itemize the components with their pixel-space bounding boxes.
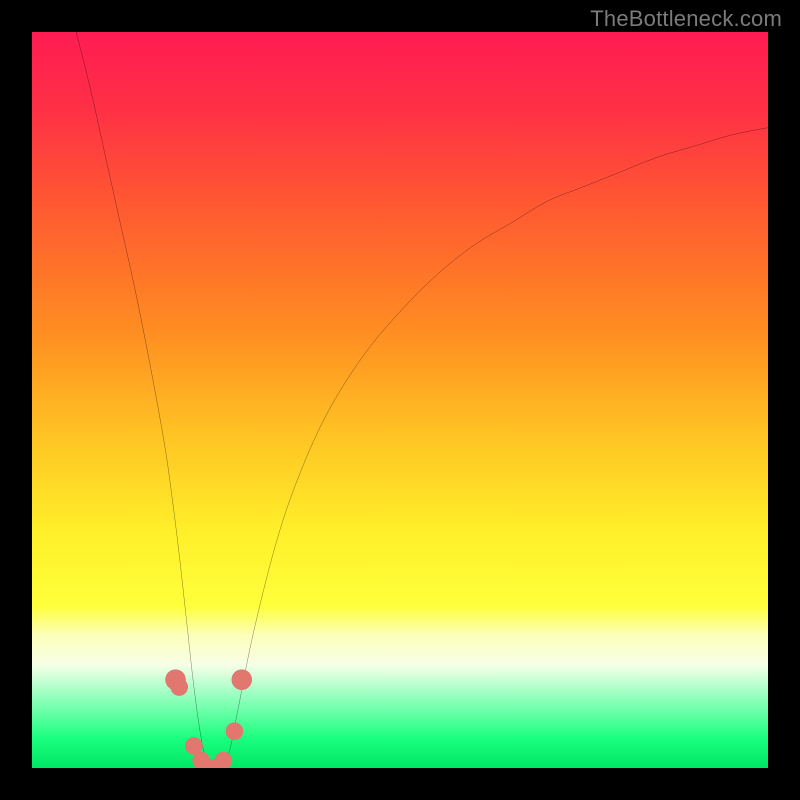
marker-dot xyxy=(215,752,233,768)
watermark-text: TheBottleneck.com xyxy=(590,6,782,32)
chart-frame: TheBottleneck.com xyxy=(0,0,800,800)
marker-dot xyxy=(231,669,252,690)
marker-dot xyxy=(170,678,188,696)
bottleneck-curve xyxy=(76,32,768,768)
curve-markers xyxy=(165,669,252,768)
plot-area xyxy=(32,32,768,768)
curve-layer xyxy=(32,32,768,768)
marker-dot xyxy=(226,722,244,740)
